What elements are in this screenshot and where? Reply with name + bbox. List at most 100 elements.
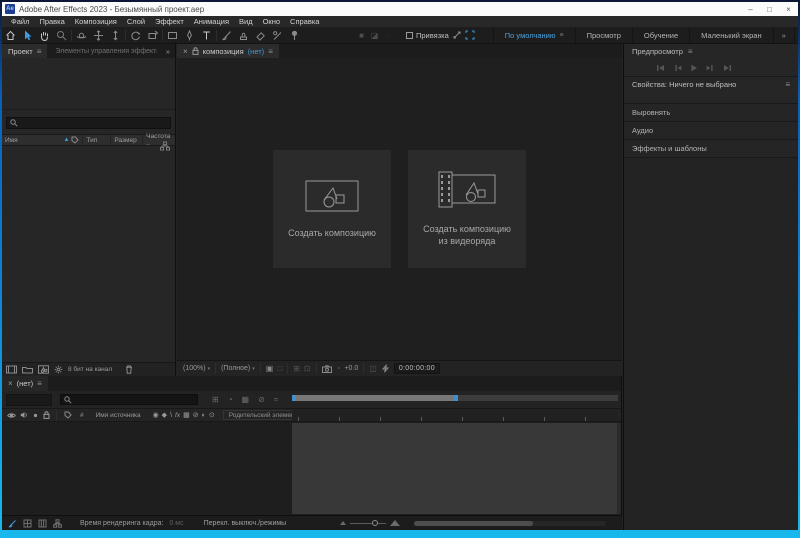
safe-guides-icon[interactable]: ▣	[266, 364, 274, 373]
source-name-column[interactable]: Имя источника	[96, 412, 141, 419]
new-composition-button[interactable]: Создать композицию	[273, 150, 391, 268]
panel-menu-icon[interactable]: ≡	[268, 47, 273, 56]
panel-menu-icon[interactable]: ≡	[37, 47, 42, 56]
region-of-interest-icon[interactable]: ⊡	[304, 364, 311, 373]
workspace-tab-learn[interactable]: Обучение	[632, 27, 689, 43]
maximize-button[interactable]: □	[760, 2, 779, 16]
mask-visibility-icon[interactable]: ⊞	[293, 364, 300, 373]
close-button[interactable]: ×	[779, 2, 798, 16]
pixel-aspect-icon[interactable]: ◫	[369, 364, 377, 373]
time-ruler[interactable]	[292, 409, 618, 421]
panel-menu-icon[interactable]: ≡	[688, 47, 693, 56]
motion-blur-icon[interactable]: ≈	[274, 395, 278, 404]
draft-3d-icon[interactable]: ◔	[228, 395, 233, 404]
hide-shy-layers-icon[interactable]: ▦	[242, 395, 250, 404]
brush-tool-icon[interactable]	[218, 28, 235, 43]
draft-mode-icon[interactable]	[23, 519, 32, 528]
menu-effect[interactable]: Эффект	[150, 17, 189, 26]
project-settings-icon[interactable]	[54, 365, 63, 374]
orbit-camera-tool-icon[interactable]	[73, 28, 90, 43]
trash-icon[interactable]	[125, 365, 133, 374]
three-d-layer-icon[interactable]: ⊙	[209, 411, 215, 419]
label-column[interactable]	[64, 411, 72, 419]
work-area-region[interactable]	[296, 395, 454, 401]
properties-panel-header[interactable]: Свойства: Ничего не выбрано ≡	[624, 77, 798, 92]
timecode-display[interactable]: 0:00:00:00	[394, 363, 440, 374]
menu-window[interactable]: Окно	[258, 17, 285, 26]
effects-fx-icon[interactable]: fx	[175, 412, 180, 419]
preview-panel-header[interactable]: Предпросмотр ≡	[624, 44, 798, 59]
frame-blending-icon[interactable]: ⊘	[258, 395, 265, 404]
exposure-value[interactable]: +0.0	[344, 365, 358, 372]
roto-brush-tool-icon[interactable]	[269, 28, 286, 43]
resolution-dropdown[interactable]: (Полное) ▾	[221, 365, 255, 372]
type-tool-icon[interactable]	[198, 28, 215, 43]
lock-icon[interactable]	[192, 47, 199, 55]
toggle-switches-modes-button[interactable]: Перекл. выключ./режимы	[204, 520, 287, 527]
menu-view[interactable]: Вид	[234, 17, 258, 26]
effects-presets-panel-header[interactable]: Эффекты и шаблоны	[624, 140, 798, 157]
minimize-button[interactable]: –	[741, 2, 760, 16]
columns-icon[interactable]	[38, 519, 47, 528]
selection-tool-icon[interactable]	[19, 28, 36, 43]
menu-edit[interactable]: Правка	[34, 17, 69, 26]
solo-icon[interactable]	[32, 412, 39, 419]
shy-icon[interactable]: ◉	[153, 411, 159, 419]
timeline-vertical-scrollbar[interactable]	[617, 423, 621, 514]
fast-previews-icon[interactable]	[381, 364, 390, 373]
zoom-slider-track[interactable]	[350, 523, 386, 524]
zoom-slider-handle[interactable]	[372, 520, 378, 526]
collapse-transformations-icon[interactable]: ◆	[162, 411, 167, 419]
workspace-overflow-chevron[interactable]: »	[773, 27, 795, 43]
new-composition-from-footage-button[interactable]: Создать композицию из видеоряда	[408, 150, 526, 268]
tab-composition[interactable]: × композиция (нет) ≡	[177, 44, 279, 58]
menu-animation[interactable]: Анимация	[189, 17, 234, 26]
dolly-camera-tool-icon[interactable]	[107, 28, 124, 43]
new-composition-icon[interactable]	[38, 365, 49, 374]
timeline-layer-area[interactable]	[2, 422, 621, 515]
project-flowchart-icon[interactable]	[160, 141, 170, 151]
workspace-tab-default[interactable]: По умолчанию ≡	[493, 27, 575, 43]
pan-behind-tool-icon[interactable]	[144, 28, 161, 43]
grid-icon[interactable]: □	[277, 364, 282, 373]
clone-stamp-tool-icon[interactable]	[235, 28, 252, 43]
frame-blend-icon[interactable]: ▦	[183, 411, 190, 419]
menu-composition[interactable]: Композиция	[70, 17, 122, 26]
tab-project[interactable]: Проект ≡	[2, 44, 47, 58]
next-frame-icon[interactable]	[706, 64, 715, 72]
pan-camera-tool-icon[interactable]	[90, 28, 107, 43]
pen-tool-icon[interactable]	[181, 28, 198, 43]
workspace-tab-review[interactable]: Просмотр	[575, 27, 632, 43]
timeline-track-background[interactable]	[292, 423, 618, 514]
quality-icon[interactable]: \	[170, 412, 172, 419]
work-area-bar[interactable]	[292, 395, 618, 401]
snap-along-edges-icon[interactable]	[452, 30, 462, 40]
panel-menu-icon[interactable]: ≡	[37, 379, 42, 388]
shape-tool-icon[interactable]	[164, 28, 181, 43]
lock-icon[interactable]	[43, 411, 50, 419]
align-panel-header[interactable]: Выровнять	[624, 104, 798, 121]
number-column[interactable]: #	[80, 412, 84, 419]
zoom-in-mountain-icon[interactable]	[390, 520, 400, 526]
first-frame-icon[interactable]	[656, 64, 665, 72]
last-frame-icon[interactable]	[723, 64, 732, 72]
hand-tool-icon[interactable]	[36, 28, 53, 43]
panel-menu-icon[interactable]: ≡	[785, 80, 790, 89]
project-search-input[interactable]	[6, 117, 171, 129]
timeline-search-input[interactable]	[60, 394, 198, 405]
live-update-icon[interactable]	[8, 519, 17, 528]
snap-grid-icon[interactable]	[465, 30, 475, 40]
zoom-tool-icon[interactable]	[53, 28, 70, 43]
close-tab-icon[interactable]: ×	[183, 47, 188, 56]
workspace-tab-small-screen[interactable]: Маленький экран	[689, 27, 772, 43]
current-time-display[interactable]	[6, 394, 52, 406]
project-item-list[interactable]	[2, 137, 175, 362]
previous-frame-icon[interactable]	[673, 64, 682, 72]
adjustment-layer-icon[interactable]: ◐	[202, 412, 206, 419]
show-channel-icon[interactable]: ◔	[336, 364, 341, 373]
eraser-tool-icon[interactable]	[252, 28, 269, 43]
motion-blur-icon[interactable]: ⊘	[193, 411, 199, 419]
rotation-tool-icon[interactable]	[127, 28, 144, 43]
snapshot-camera-icon[interactable]	[322, 365, 332, 373]
timeline-horizontal-scrollbar[interactable]	[414, 521, 606, 526]
